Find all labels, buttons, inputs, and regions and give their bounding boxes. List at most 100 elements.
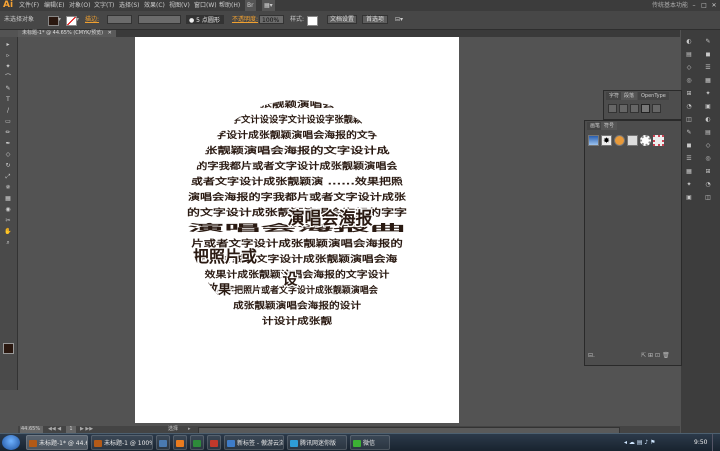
dock-panel-11-icon[interactable]: ▣ xyxy=(703,103,713,111)
dock-panel-21-icon[interactable]: ⊞ xyxy=(703,168,713,176)
symbol-banner[interactable] xyxy=(627,135,638,146)
minimize-button[interactable]: – xyxy=(690,2,698,9)
taskbar-item-3[interactable] xyxy=(173,435,187,450)
dock-panel-1-icon[interactable]: ✎ xyxy=(703,38,713,46)
start-button[interactable] xyxy=(2,435,20,450)
dock-panel-9-icon[interactable]: ✦ xyxy=(703,90,713,98)
tab-opentype[interactable]: OpenType xyxy=(638,92,669,100)
tool-5-icon[interactable]: T xyxy=(3,96,13,103)
opacity-field[interactable]: 100% xyxy=(259,15,284,24)
menu-object[interactable]: 对象(O) xyxy=(69,0,90,11)
taskbar-item-0[interactable]: 未标题-1* @ 44.6... xyxy=(26,435,88,450)
dock-panel-25-icon[interactable]: ◫ xyxy=(703,194,713,202)
dock-panel-14-icon[interactable]: ✎ xyxy=(684,129,694,137)
maximize-button[interactable]: □ xyxy=(700,2,708,9)
zoom-field[interactable]: 44.65% xyxy=(20,426,43,433)
tray-icons[interactable]: ◂ ☁ ▤ ♪ ⚑ xyxy=(624,434,656,451)
symbol-gear[interactable] xyxy=(640,135,651,146)
dock-panel-16-icon[interactable]: ◼ xyxy=(684,142,694,150)
symbol-panel-buttons[interactable]: ⇱⊞⊡🗑 xyxy=(641,352,672,359)
tool-0-icon[interactable]: ▸ xyxy=(3,41,13,48)
symbol-badge[interactable] xyxy=(653,135,664,146)
tool-13-icon[interactable]: ✵ xyxy=(3,184,13,191)
arrange-docs-icon[interactable]: ▦▾ xyxy=(262,0,275,11)
variable-width-field[interactable] xyxy=(138,15,181,24)
tool-3-icon[interactable]: ⌒ xyxy=(3,74,13,81)
tool-7-icon[interactable]: ▭ xyxy=(3,118,13,125)
fill-stroke-swatch[interactable] xyxy=(3,343,14,354)
symbol-splat[interactable]: ✸ xyxy=(601,135,612,146)
tool-17-icon[interactable]: ✋ xyxy=(3,228,13,235)
artboard-prev-icon[interactable]: ◀◀ ◀ xyxy=(48,426,61,433)
workspace-switcher[interactable]: 传统基本功能 xyxy=(652,0,688,11)
dock-panel-10-icon[interactable]: ◔ xyxy=(684,103,694,111)
tool-11-icon[interactable]: ↻ xyxy=(3,162,13,169)
taskbar-item-5[interactable] xyxy=(207,435,221,450)
menu-view[interactable]: 视图(V) xyxy=(169,0,190,11)
stroke-dropdown-icon[interactable]: ▾ xyxy=(76,11,79,29)
align-left-icon[interactable] xyxy=(608,104,617,113)
dock-panel-0-icon[interactable]: ◐ xyxy=(684,38,694,46)
tool-14-icon[interactable]: ▦ xyxy=(3,195,13,202)
dock-panel-12-icon[interactable]: ◫ xyxy=(684,116,694,124)
tool-2-icon[interactable]: ✦ xyxy=(3,63,13,70)
fill-dropdown-icon[interactable]: ▾ xyxy=(58,11,61,29)
align-center-icon[interactable] xyxy=(619,104,628,113)
status-menu-icon[interactable]: ▸ xyxy=(188,426,191,433)
arrange-icon[interactable]: ⊟▾ xyxy=(395,11,403,29)
document-setup-button[interactable]: 文档设置 xyxy=(327,15,357,24)
close-tab-icon[interactable]: ✕ xyxy=(108,30,112,36)
tab-paragraph[interactable]: 段落 xyxy=(621,92,638,100)
tool-16-icon[interactable]: ✂ xyxy=(3,217,13,224)
dock-panel-22-icon[interactable]: ✦ xyxy=(684,181,694,189)
stroke-label[interactable]: 描边: xyxy=(85,11,99,29)
symbol-blue-bar[interactable] xyxy=(588,135,599,146)
dock-panel-2-icon[interactable]: ▤ xyxy=(684,51,694,59)
dock-panel-3-icon[interactable]: ◼ xyxy=(703,51,713,59)
brush-definition-field[interactable]: ● 5 点圆形 xyxy=(186,15,224,24)
dock-panel-19-icon[interactable]: ◎ xyxy=(703,155,713,163)
menu-select[interactable]: 选择(S) xyxy=(119,0,140,11)
stroke-weight-field[interactable] xyxy=(107,15,132,24)
artboard-next-icon[interactable]: ▶ ▶▶ xyxy=(80,426,93,433)
dock-panel-5-icon[interactable]: ☰ xyxy=(703,64,713,72)
menu-effect[interactable]: 效果(C) xyxy=(144,0,165,11)
dock-panel-13-icon[interactable]: ◐ xyxy=(703,116,713,124)
taskbar-item-1[interactable]: 未标题-1 @ 100%(... xyxy=(91,435,153,450)
menu-window[interactable]: 窗口(W) xyxy=(194,0,217,11)
menu-file[interactable]: 文件(F) xyxy=(19,0,39,11)
tool-4-icon[interactable]: ✎ xyxy=(3,85,13,92)
menu-type[interactable]: 文字(T) xyxy=(94,0,114,11)
dock-panel-20-icon[interactable]: ▦ xyxy=(684,168,694,176)
dock-panel-24-icon[interactable]: ▣ xyxy=(684,194,694,202)
taskbar-item-6[interactable]: 新标签 - 傲游云浏览... xyxy=(224,435,284,450)
show-desktop-button[interactable] xyxy=(712,434,720,451)
tool-6-icon[interactable]: / xyxy=(3,107,13,114)
menu-edit[interactable]: 编辑(E) xyxy=(44,0,64,11)
document-tab[interactable]: 未标题-1* @ 44.65% (CMYK/预览) ✕ xyxy=(18,30,116,37)
tool-15-icon[interactable]: ◉ xyxy=(3,206,13,213)
dock-panel-7-icon[interactable]: ▦ xyxy=(703,77,713,85)
taskbar-item-4[interactable] xyxy=(190,435,204,450)
tool-12-icon[interactable]: ⤢ xyxy=(3,173,13,180)
tool-18-icon[interactable]: ⌕ xyxy=(3,239,13,246)
dock-panel-23-icon[interactable]: ◔ xyxy=(703,181,713,189)
close-button[interactable]: ✕ xyxy=(710,2,718,9)
preferences-button[interactable]: 首选项 xyxy=(362,15,388,24)
tab-character[interactable]: 字符 xyxy=(606,92,623,100)
tool-1-icon[interactable]: ▹ xyxy=(3,52,13,59)
symbol-library-menu-icon[interactable]: ⊟. xyxy=(588,352,595,359)
align-right-icon[interactable] xyxy=(630,104,639,113)
bridge-icon[interactable]: Br xyxy=(245,0,256,11)
tab-symbols[interactable]: 符号 xyxy=(601,122,618,130)
tool-10-icon[interactable]: ◇ xyxy=(3,151,13,158)
artboard-number-field[interactable]: 1 xyxy=(66,426,76,433)
taskbar-item-7[interactable]: 腾讯网迷你版 xyxy=(287,435,347,450)
dock-panel-4-icon[interactable]: ◇ xyxy=(684,64,694,72)
style-swatch[interactable] xyxy=(307,16,318,26)
artboard[interactable]: 张靓颖演唱会 字文计设设字文计设设字张靓颖 字设计成张靓颖演唱会海报的文字 张靓颖演唱… xyxy=(135,37,459,423)
opacity-label[interactable]: 不透明度: xyxy=(232,11,258,29)
dock-panel-17-icon[interactable]: ◇ xyxy=(703,142,713,150)
dock-panel-8-icon[interactable]: ⊞ xyxy=(684,90,694,98)
dock-panel-18-icon[interactable]: ☰ xyxy=(684,155,694,163)
